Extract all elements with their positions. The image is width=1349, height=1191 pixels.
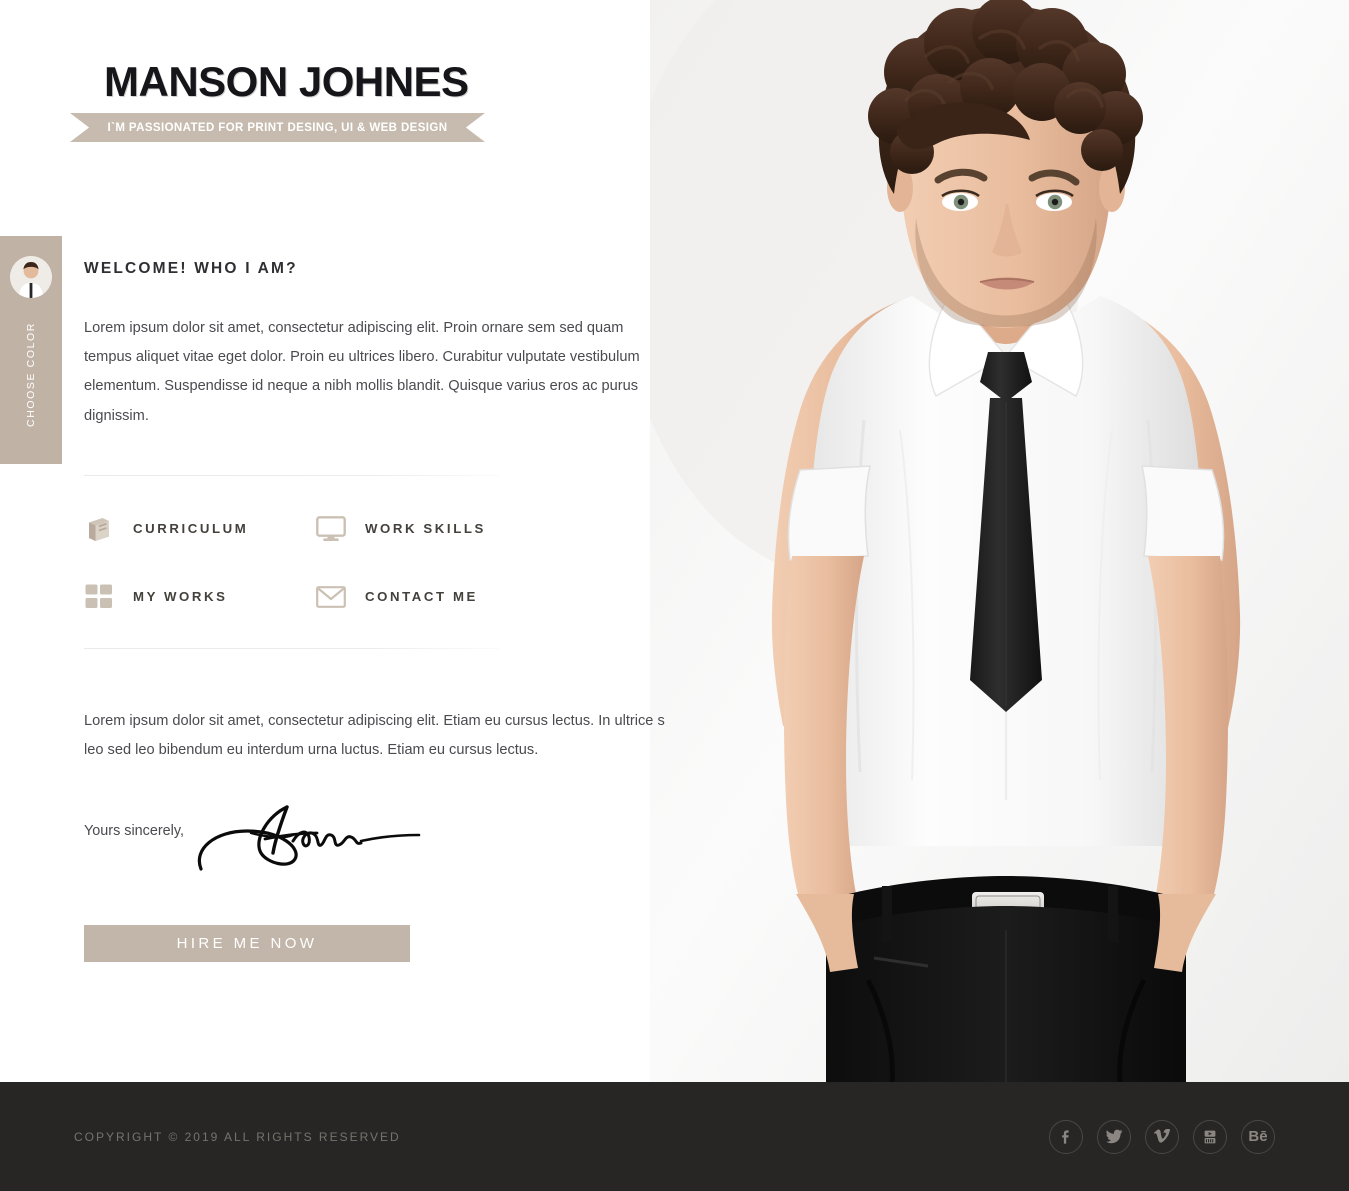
- monitor-icon: [316, 514, 346, 544]
- nav-item-work-skills[interactable]: WORK SKILLS: [316, 514, 548, 544]
- nav-label: CURRICULUM: [133, 521, 249, 537]
- portfolio-landing-page: CHOOSE COLOR MANSON JOHNES I`M PASSIONAT…: [0, 0, 1349, 1191]
- choose-color-label: CHOOSE COLOR: [25, 322, 37, 427]
- envelope-icon: [316, 582, 346, 612]
- divider-bottom: [84, 647, 499, 649]
- copyright-text: COPYRIGHT © 2019 ALL RIGHTS RESERVED: [74, 1129, 401, 1144]
- handwritten-signature: [189, 797, 439, 907]
- nav-item-curriculum[interactable]: CURRICULUM: [84, 514, 316, 544]
- signature-row: Yours sincerely,: [84, 805, 674, 903]
- choose-color-tab[interactable]: CHOOSE COLOR: [0, 236, 62, 464]
- signoff-label: Yours sincerely,: [84, 823, 184, 840]
- about-heading: WELCOME! WHO I AM?: [84, 260, 298, 277]
- twitter-icon[interactable]: [1097, 1119, 1131, 1154]
- behance-glyph: Bē: [1248, 1128, 1268, 1145]
- person-avatar-icon: [10, 256, 52, 298]
- nav-label: MY WORKS: [133, 589, 228, 605]
- nav-label: CONTACT ME: [365, 589, 478, 605]
- facebook-icon[interactable]: [1049, 1119, 1083, 1154]
- tagline-ribbon: I`M PASSIONATED FOR PRINT DESING, UI & W…: [70, 113, 485, 142]
- main-content: WELCOME! WHO I AM? Lorem ipsum dolor sit…: [84, 260, 674, 963]
- page-title: MANSON JOHNES: [104, 58, 469, 105]
- behance-icon[interactable]: Bē: [1241, 1119, 1275, 1154]
- youtube-icon[interactable]: [1193, 1119, 1227, 1154]
- book-icon: [84, 514, 114, 544]
- about-paragraph: Lorem ipsum dolor sit amet, consectetur …: [84, 320, 640, 424]
- vimeo-icon[interactable]: [1145, 1119, 1179, 1154]
- nav-item-contact-me[interactable]: CONTACT ME: [316, 582, 548, 612]
- nav-item-my-works[interactable]: MY WORKS: [84, 582, 316, 612]
- nav-label: WORK SKILLS: [365, 521, 486, 537]
- hero-portrait-photo: [650, 0, 1349, 1082]
- hire-me-now-button[interactable]: HIRE ME NOW: [84, 925, 410, 963]
- grid-squares-icon: [84, 582, 114, 612]
- social-links: Bē: [1049, 1119, 1275, 1154]
- divider-top: [84, 474, 499, 476]
- quick-nav: CURRICULUM WORK SKILLS MY WORKS CONTACT …: [84, 514, 674, 612]
- site-footer: COPYRIGHT © 2019 ALL RIGHTS RESERVED Bē: [0, 1082, 1349, 1191]
- outro-paragraph: Lorem ipsum dolor sit amet, consectetur …: [84, 712, 665, 758]
